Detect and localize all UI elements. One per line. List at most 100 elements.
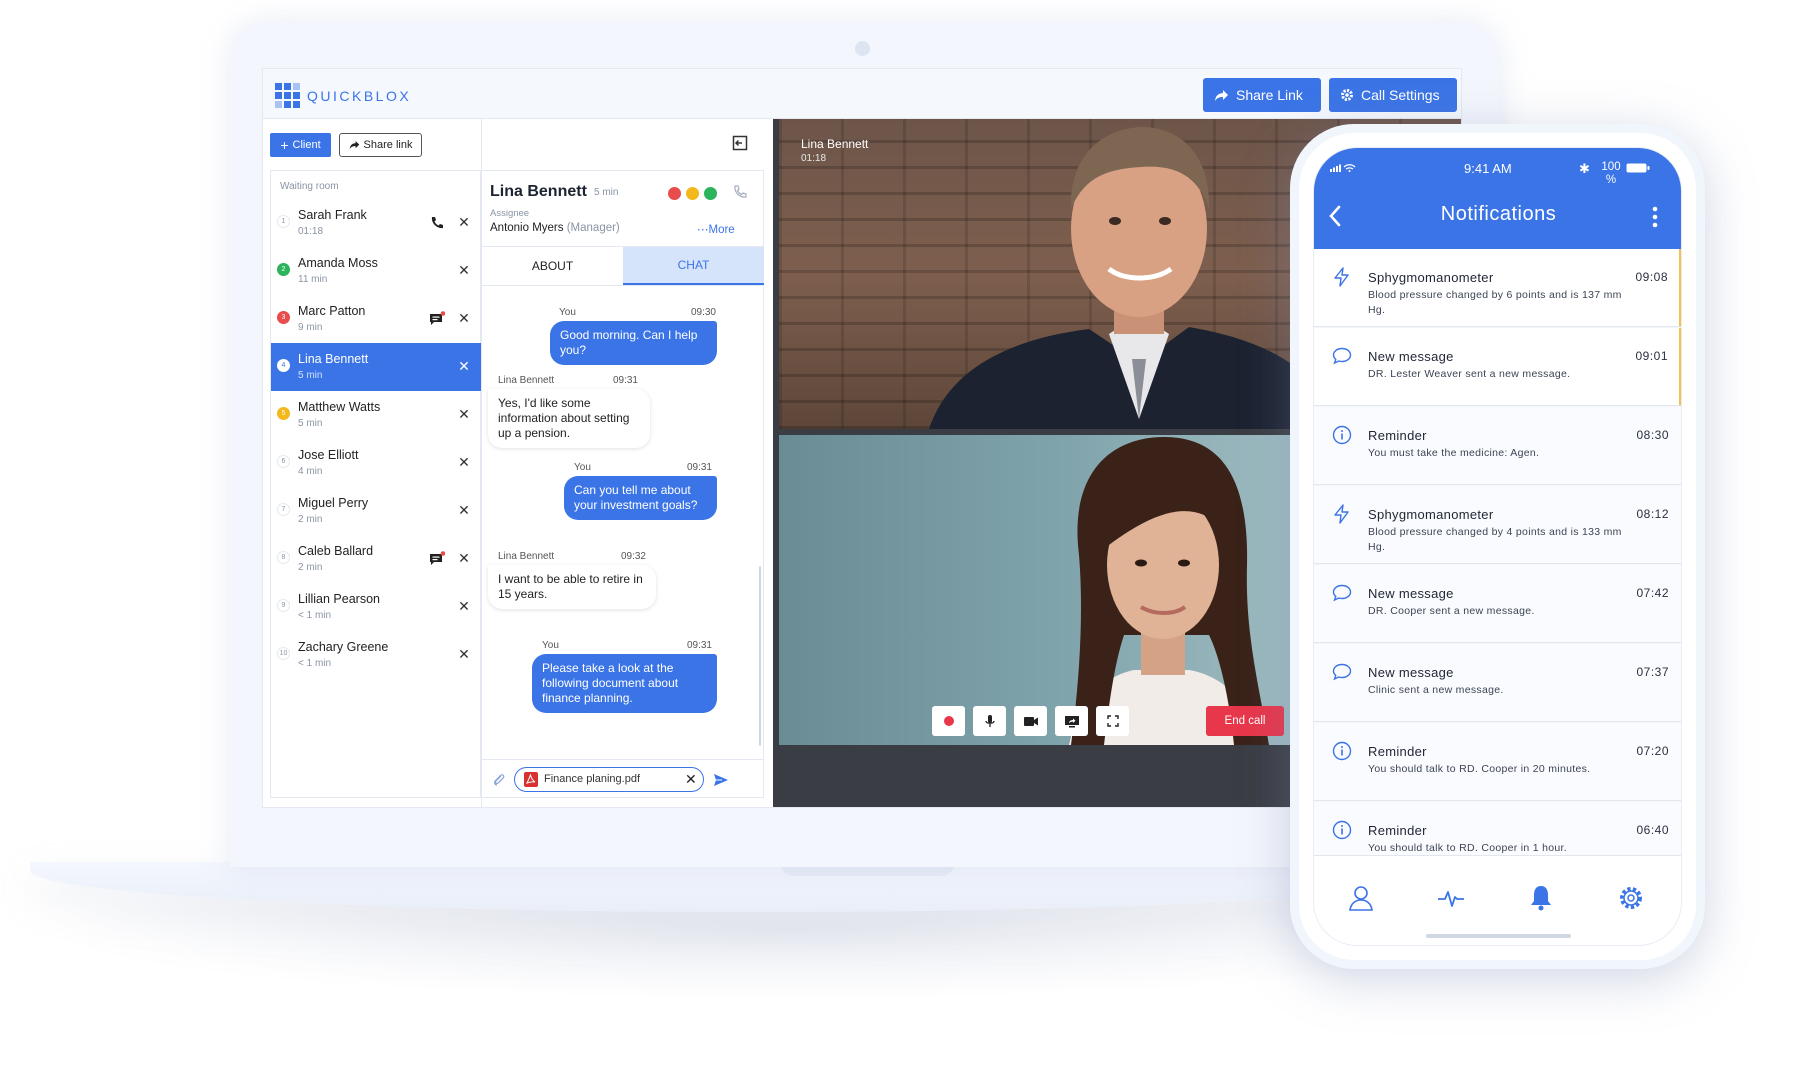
notification-body: Clinic sent a new message. [1368, 684, 1504, 696]
waiting-item-lillian-pearson[interactable]: 9 Lillian Pearson < 1 min ✕ [271, 583, 482, 631]
plus-icon: + [280, 137, 289, 153]
paperclip-icon[interactable] [492, 773, 506, 787]
send-icon[interactable] [713, 772, 729, 788]
camera-button[interactable] [1014, 706, 1047, 736]
more-link[interactable]: ⋯More [697, 222, 735, 236]
waiting-item-amanda-moss[interactable]: 2 Amanda Moss 11 min ✕ [271, 247, 482, 295]
chat-bubble-icon [1332, 663, 1352, 681]
end-call-button[interactable]: End call [1206, 706, 1284, 736]
battery-percent: 100 % [1601, 161, 1621, 186]
patient-name: Lillian Pearson [298, 592, 380, 606]
notification-item[interactable]: New message 07:42 DR. Cooper sent a new … [1314, 565, 1681, 643]
chat-panel: Lina Bennett 5 min Assignee Antonio Myer… [481, 119, 764, 807]
waiting-item-zachary-greene[interactable]: 10 Zachary Greene < 1 min ✕ [271, 631, 482, 679]
phone-icon[interactable] [732, 184, 748, 200]
notification-title: New message [1368, 586, 1454, 601]
heartbeat-tab-icon[interactable] [1436, 883, 1466, 913]
wait-time: 2 min [298, 562, 323, 573]
close-icon[interactable]: ✕ [457, 647, 471, 661]
yellow-status-dot[interactable] [686, 187, 699, 200]
profile-tab-icon[interactable] [1346, 883, 1376, 913]
notification-title: Sphygmomanometer [1368, 270, 1494, 285]
close-icon[interactable]: ✕ [457, 263, 471, 277]
message-icon[interactable] [429, 311, 445, 327]
message-bubble-incoming: I want to be able to retire in 15 years. [488, 565, 656, 609]
close-icon[interactable]: ✕ [457, 311, 471, 325]
message-bubble-outgoing: Good morning. Can I help you? [550, 321, 717, 365]
tab-about[interactable]: ABOUT [482, 247, 623, 285]
phone-icon[interactable] [429, 215, 445, 231]
waiting-item-caleb-ballard[interactable]: 8 Caleb Ballard 2 min ✕ [271, 535, 482, 583]
phone-tab-bar [1314, 855, 1681, 945]
notification-item[interactable]: Sphygmomanometer 09:08 Blood pressure ch… [1314, 249, 1681, 327]
bluetooth-icon: ✱ [1579, 161, 1590, 176]
message-meta: You 09:31 [542, 640, 712, 651]
share-link-small-button[interactable]: Share link [339, 133, 422, 157]
notification-time: 06:40 [1636, 823, 1669, 837]
screen-share-button[interactable] [1055, 706, 1088, 736]
message-time: 09:30 [690, 307, 716, 318]
close-icon[interactable]: ✕ [457, 599, 471, 613]
add-client-label: Client [292, 139, 321, 151]
tab-chat[interactable]: CHAT [623, 247, 764, 285]
call-settings-button[interactable]: Call Settings [1329, 78, 1457, 112]
close-icon[interactable]: ✕ [457, 215, 471, 229]
waiting-item-marc-patton[interactable]: 3 Marc Patton 9 min ✕ [271, 295, 482, 343]
attachment-pill[interactable]: Finance planing.pdf ✕ [514, 767, 704, 792]
notification-item[interactable]: Sphygmomanometer 08:12 Blood pressure ch… [1314, 486, 1681, 564]
notification-item[interactable]: Reminder 07:20 You should talk to RD. Co… [1314, 723, 1681, 801]
more-vertical-icon[interactable] [1652, 206, 1658, 228]
share-link-button[interactable]: Share Link [1203, 78, 1321, 112]
assignee-name: Antonio Myers (Manager) [490, 222, 620, 234]
settings-tab-icon[interactable] [1616, 883, 1646, 913]
red-status-dot[interactable] [668, 187, 681, 200]
queue-number: 1 [277, 215, 290, 228]
chat-scrollbar[interactable] [759, 566, 761, 746]
chat-bubble-icon [1332, 347, 1352, 365]
close-icon[interactable]: ✕ [457, 455, 471, 469]
close-icon[interactable]: ✕ [457, 359, 471, 373]
message-sender: You [559, 307, 576, 318]
patient-name: Lina Bennett [298, 352, 369, 366]
wait-time: 5 min [298, 418, 323, 429]
notification-title: Reminder [1368, 744, 1427, 759]
waiting-item-sarah-frank[interactable]: 1 Sarah Frank 01:18 ✕ [271, 199, 482, 247]
info-icon [1332, 820, 1352, 840]
notification-body: You should talk to RD. Cooper in 1 hour. [1368, 842, 1567, 854]
waiting-item-matthew-watts[interactable]: 5 Matthew Watts 5 min ✕ [271, 391, 482, 439]
attachment-filename: Finance planing.pdf [544, 773, 641, 785]
close-icon[interactable]: ✕ [457, 407, 471, 421]
fullscreen-button[interactable] [1096, 706, 1129, 736]
logo-text: QUICKBLOX [307, 87, 412, 104]
quickblox-logo: QUICKBLOX [275, 83, 411, 108]
green-status-dot[interactable] [704, 187, 717, 200]
microphone-icon [984, 715, 995, 727]
bell-tab-icon[interactable] [1526, 883, 1556, 913]
waiting-room-panel: + Client Share link Waiting room 1 Sarah… [263, 119, 482, 807]
wait-time: 9 min [298, 322, 323, 333]
waiting-item-jose-elliott[interactable]: 6 Jose Elliott 4 min ✕ [271, 439, 482, 487]
notification-title: New message [1368, 665, 1454, 680]
assignee-role: (Manager) [566, 222, 620, 234]
patient-name: Zachary Greene [298, 640, 389, 654]
close-icon[interactable]: ✕ [457, 503, 471, 517]
waiting-item-miguel-perry[interactable]: 7 Miguel Perry 2 min ✕ [271, 487, 482, 535]
message-icon[interactable] [429, 551, 445, 567]
message-sender: You [574, 462, 591, 473]
record-button[interactable] [932, 706, 965, 736]
close-icon[interactable]: ✕ [457, 551, 471, 565]
wait-time: 11 min [298, 274, 328, 285]
queue-number: 9 [277, 599, 290, 612]
notification-item[interactable]: New message 07:37 Clinic sent a new mess… [1314, 644, 1681, 722]
home-indicator [1426, 934, 1571, 938]
add-client-button[interactable]: + Client [270, 133, 331, 157]
notification-item[interactable]: New message 09:01 DR. Lester Weaver sent… [1314, 328, 1681, 406]
waiting-item-lina-bennett[interactable]: 4 Lina Bennett 5 min ✕ [271, 343, 482, 391]
remove-attachment-icon[interactable]: ✕ [685, 771, 697, 788]
exit-icon[interactable] [732, 135, 748, 151]
notification-body: You must take the medicine: Agen. [1368, 447, 1540, 459]
message-time: 09:31 [612, 375, 638, 386]
call-timer: 01:18 [801, 153, 827, 164]
notification-item[interactable]: Reminder 08:30 You must take the medicin… [1314, 407, 1681, 485]
microphone-button[interactable] [973, 706, 1006, 736]
